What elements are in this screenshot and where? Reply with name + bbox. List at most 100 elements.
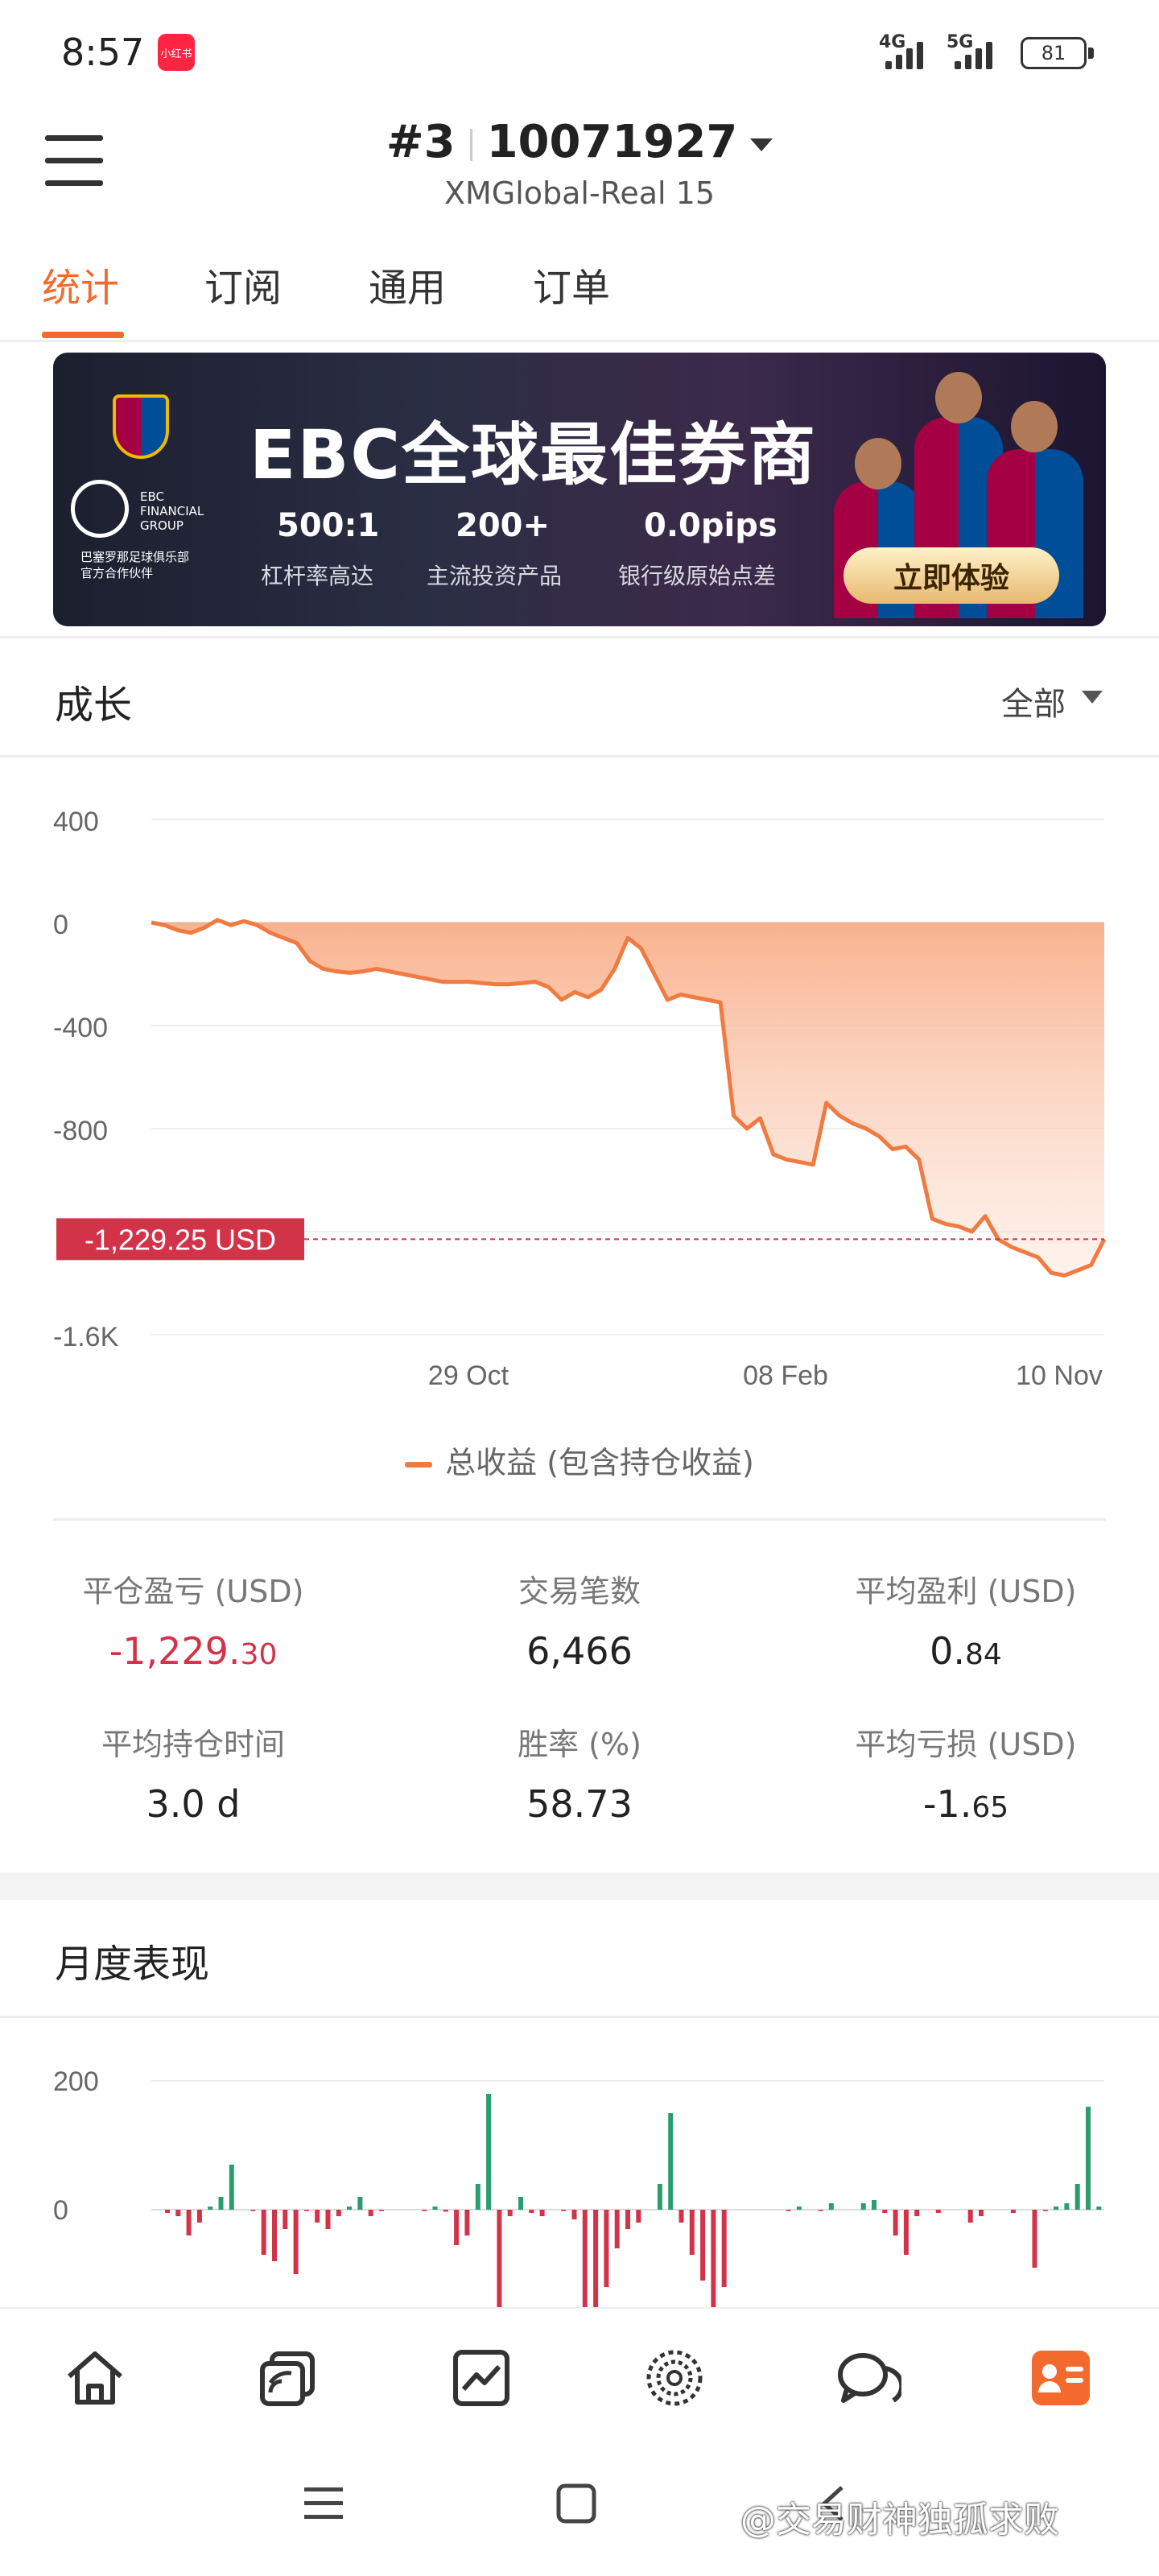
monthly-bar <box>967 2210 973 2223</box>
monthly-bar <box>893 2210 898 2235</box>
monthly-bar <box>614 2210 620 2248</box>
monthly-bar <box>175 2210 181 2216</box>
profile-icon[interactable] <box>1027 2344 1095 2412</box>
banner-brand: EBC FINANCIAL GROUP <box>140 489 204 533</box>
fc-barcelona-crest-icon <box>113 394 169 459</box>
banner-headline: EBC全球最佳券商 <box>250 415 818 494</box>
banner-stat-value: 200+ <box>456 507 551 544</box>
account-selector[interactable]: #3 10071927 <box>0 116 1159 168</box>
monthly-bar <box>882 2210 888 2213</box>
monthly-bar <box>1086 2107 1091 2210</box>
banner-partner-line1: 巴塞罗那足球俱乐部 <box>80 550 190 564</box>
closed-pnl-value: -1,229.30 <box>24 1629 362 1673</box>
section-gap <box>0 1872 1159 1900</box>
avg-hold-label: 平均持仓时间 <box>101 1727 285 1762</box>
monthly-bar <box>1074 2184 1080 2210</box>
y-tick-label: -1.6K <box>53 1322 119 1352</box>
monthly-bar <box>625 2210 630 2229</box>
y-tick-label: -400 <box>53 1013 108 1043</box>
discover-icon[interactable] <box>641 2344 708 2412</box>
caret-down-icon[interactable] <box>1082 691 1103 704</box>
ad-banner[interactable]: EBC FINANCIAL GROUP 巴塞罗那足球俱乐部 官方合作伙伴 EBC… <box>53 353 1106 626</box>
monthly-bar <box>283 2210 288 2229</box>
account-index: #3 <box>386 116 456 168</box>
xiaohongshu-icon: 小红书 <box>158 34 195 71</box>
monthly-bar <box>208 2207 213 2210</box>
home-button-icon[interactable] <box>555 2483 597 2524</box>
banner-cta-button[interactable]: 立即体验 <box>843 547 1059 604</box>
avg-profit-cents: 84 <box>965 1638 1002 1671</box>
monthly-bar <box>368 2210 373 2216</box>
monthly-bar <box>272 2210 277 2261</box>
monthly-bar <box>325 2210 331 2229</box>
monthly-bar <box>796 2207 802 2210</box>
monthly-bar <box>979 2210 984 2216</box>
trades-label: 交易笔数 <box>518 1574 641 1609</box>
server-name: XMGlobal-Real 15 <box>443 175 716 211</box>
battery-icon: 81 <box>1021 37 1094 69</box>
monthly-bar <box>507 2210 513 2216</box>
banner-stat-caption: 银行级原始点差 <box>618 563 777 589</box>
monthly-bar <box>218 2197 224 2210</box>
x-tick-label: 08 Feb <box>743 1360 828 1391</box>
legend-label: 总收益 (包含持仓收益) <box>445 1445 754 1480</box>
chart-icon[interactable] <box>448 2344 515 2412</box>
y-tick-label: 0 <box>53 910 68 940</box>
monthly-bar <box>1064 2203 1070 2210</box>
monthly-bar <box>689 2210 695 2255</box>
caret-down-icon <box>750 138 773 151</box>
banner-stat-caption: 主流投资产品 <box>427 563 563 589</box>
monthly-bar <box>721 2210 727 2287</box>
chat-icon[interactable] <box>834 2344 901 2412</box>
monthly-bar <box>529 2210 534 2213</box>
monthly-bar <box>711 2210 716 2310</box>
monthly-bar <box>582 2210 588 2310</box>
monthly-bar <box>422 2210 427 2211</box>
growth-filter-dropdown[interactable]: 全部 <box>1001 678 1066 724</box>
watermark: @交易财神独孤求败 <box>740 2500 1059 2541</box>
x-tick-label: 10 Nov <box>1016 1360 1103 1391</box>
avg-profit-label: 平均盈利 (USD) <box>855 1574 1077 1609</box>
monthly-bar <box>518 2197 523 2210</box>
monthly-bar <box>1042 2210 1048 2211</box>
growth-title: 成长 <box>55 683 133 728</box>
y-tick-label: 0 <box>53 2195 68 2226</box>
trades-value: 6,466 <box>526 1629 633 1673</box>
monthly-bar <box>914 2210 920 2216</box>
monthly-bar <box>261 2210 266 2255</box>
avg-loss-value: -1.65 <box>797 1782 1135 1826</box>
tab-subscribe[interactable]: 订阅 <box>204 256 282 312</box>
recent-apps-icon[interactable] <box>303 2484 344 2523</box>
tab-orders[interactable]: 订单 <box>533 256 610 312</box>
copy-trade-icon[interactable] <box>254 2344 322 2412</box>
monthly-bar <box>347 2207 353 2210</box>
tab-statistics[interactable]: 统计 <box>42 256 119 312</box>
growth-legend: 总收益 (包含持仓收益) <box>0 1438 1159 1482</box>
account-separator <box>469 128 472 161</box>
tab-general[interactable]: 通用 <box>369 256 446 312</box>
home-icon[interactable] <box>61 2344 129 2412</box>
monthly-bar <box>872 2200 876 2210</box>
monthly-bar <box>818 2210 823 2211</box>
closed-pnl-main: -1,229. <box>109 1629 241 1673</box>
divider <box>0 636 1159 638</box>
banner-partner: 巴塞罗那足球俱乐部 官方合作伙伴 <box>80 549 241 581</box>
monthly-bar <box>357 2197 363 2210</box>
monthly-bar <box>1096 2207 1102 2210</box>
y-tick-label: 400 <box>53 807 99 837</box>
monthly-bar <box>1054 2207 1059 2210</box>
y-tick-label: 200 <box>53 2066 99 2097</box>
monthly-bar <box>539 2210 545 2216</box>
account-number: 10071927 <box>486 116 738 168</box>
monthly-bar <box>464 2210 470 2235</box>
monthly-bar <box>432 2207 438 2210</box>
signal-icon <box>955 34 992 69</box>
x-tick-label: 29 Oct <box>428 1360 509 1391</box>
monthly-bar <box>935 2210 941 2213</box>
bottom-nav <box>0 2307 1159 2444</box>
monthly-bar <box>561 2210 567 2211</box>
monthly-bar <box>1010 2210 1016 2213</box>
monthly-bar <box>604 2210 609 2287</box>
monthly-bar <box>475 2184 481 2210</box>
monthly-chart: 2000 <box>53 2066 1104 2310</box>
